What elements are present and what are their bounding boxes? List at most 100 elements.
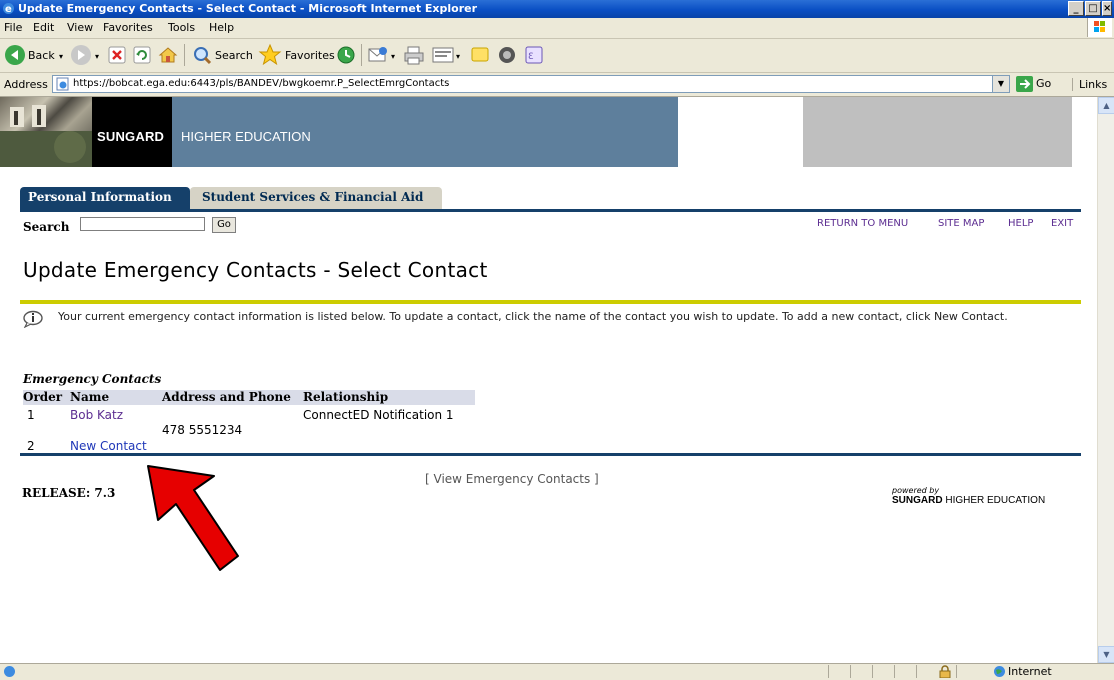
status-segment bbox=[872, 665, 893, 678]
research-icon[interactable]: Ɛ bbox=[524, 45, 544, 65]
row-1-order: 1 bbox=[27, 408, 35, 422]
footer-brand-sungard: SUNGARD bbox=[892, 495, 943, 506]
site-map-link[interactable]: SITE MAP bbox=[938, 218, 984, 229]
page-icon bbox=[56, 77, 69, 91]
home-icon[interactable] bbox=[158, 45, 178, 65]
status-bar: Internet bbox=[0, 663, 1114, 680]
back-button[interactable]: Back bbox=[28, 49, 55, 62]
go-arrow-icon[interactable] bbox=[1016, 76, 1033, 92]
address-bar: Address https://bobcat.ega.edu:6443/pls/… bbox=[0, 73, 1114, 97]
status-segment bbox=[956, 665, 997, 678]
status-segment bbox=[894, 665, 915, 678]
edit-icon[interactable] bbox=[432, 46, 454, 64]
contact-name-link[interactable]: Bob Katz bbox=[70, 408, 123, 422]
row-1-relationship: ConnectED Notification 1 bbox=[303, 408, 454, 422]
svg-text:Ɛ: Ɛ bbox=[528, 52, 534, 62]
address-dropdown-icon[interactable]: ▼ bbox=[992, 76, 1009, 92]
minimize-button[interactable]: _ bbox=[1068, 1, 1084, 16]
favorites-star-icon[interactable] bbox=[258, 43, 282, 67]
menu-favorites[interactable]: Favorites bbox=[103, 21, 153, 34]
toolbar-separator bbox=[361, 44, 362, 66]
column-header-relationship: Relationship bbox=[303, 390, 389, 404]
discuss-icon[interactable] bbox=[470, 45, 490, 65]
footer-brand-logo: SUNGARD HIGHER EDUCATION bbox=[892, 495, 1045, 506]
windows-logo-icon bbox=[1087, 18, 1112, 37]
address-url: https://bobcat.ega.edu:6443/pls/BANDEV/b… bbox=[73, 78, 450, 89]
refresh-icon[interactable] bbox=[133, 46, 151, 64]
help-link[interactable]: HELP bbox=[1008, 218, 1033, 229]
status-segment bbox=[828, 665, 849, 678]
address-label: Address bbox=[4, 78, 48, 91]
maximize-button[interactable]: □ bbox=[1085, 1, 1101, 16]
campus-photo bbox=[0, 97, 92, 167]
page-title: Update Emergency Contacts - Select Conta… bbox=[23, 258, 488, 282]
banner-brand-higher-education: HIGHER EDUCATION bbox=[181, 129, 311, 144]
security-zone-label: Internet bbox=[1008, 665, 1052, 678]
go-button[interactable]: Go bbox=[1036, 77, 1051, 90]
row-2-order: 2 bbox=[27, 439, 35, 453]
tab-personal-information[interactable]: Personal Information bbox=[20, 187, 190, 209]
column-header-address-phone: Address and Phone bbox=[162, 390, 291, 404]
banner-brand-sungard: SUNGARD bbox=[97, 129, 165, 144]
forward-dropdown-icon[interactable]: ▾ bbox=[95, 52, 99, 61]
row-1-phone: 478 5551234 bbox=[162, 423, 243, 437]
back-arrow-icon[interactable] bbox=[4, 44, 26, 66]
info-icon bbox=[23, 310, 43, 328]
exit-link[interactable]: EXIT bbox=[1051, 218, 1073, 229]
menu-edit[interactable]: Edit bbox=[33, 21, 54, 34]
scroll-down-arrow-icon[interactable]: ▼ bbox=[1098, 646, 1114, 663]
red-arrow-annotation bbox=[147, 465, 239, 571]
vertical-scrollbar[interactable]: ▲ ▼ bbox=[1097, 97, 1114, 663]
footer-brand-higher-education: HIGHER EDUCATION bbox=[945, 495, 1046, 506]
search-go-button[interactable]: Go bbox=[212, 217, 236, 233]
toolbar-separator bbox=[184, 44, 185, 66]
column-header-name: Name bbox=[70, 390, 110, 404]
menu-file[interactable]: File bbox=[4, 21, 22, 34]
menu-view[interactable]: View bbox=[67, 21, 93, 34]
stop-icon[interactable] bbox=[108, 46, 126, 64]
column-header-order: Order bbox=[23, 390, 63, 404]
standard-toolbar: Back ▾ ▾ Search Favorites ▾ ▾ Ɛ bbox=[0, 39, 1114, 73]
footer-divider bbox=[20, 453, 1081, 456]
search-input[interactable] bbox=[80, 217, 205, 231]
status-segment bbox=[850, 665, 871, 678]
favorites-button[interactable]: Favorites bbox=[285, 49, 335, 62]
menu-help[interactable]: Help bbox=[209, 21, 234, 34]
back-dropdown-icon[interactable]: ▾ bbox=[59, 52, 63, 61]
messenger-icon[interactable] bbox=[497, 45, 517, 65]
tab-student-services[interactable]: Student Services & Financial Aid bbox=[190, 187, 442, 209]
print-icon[interactable] bbox=[403, 45, 425, 65]
status-segment bbox=[916, 665, 937, 678]
links-button[interactable]: Links bbox=[1072, 78, 1107, 91]
page-status-icon bbox=[4, 666, 15, 677]
return-to-menu-link[interactable]: RETURN TO MENU bbox=[817, 218, 908, 229]
powered-by-label: powered by bbox=[892, 486, 940, 495]
new-contact-link[interactable]: New Contact bbox=[70, 439, 147, 453]
mail-dropdown-icon[interactable]: ▾ bbox=[391, 52, 395, 61]
address-input[interactable]: https://bobcat.ega.edu:6443/pls/BANDEV/b… bbox=[52, 75, 1010, 93]
scroll-up-arrow-icon[interactable]: ▲ bbox=[1098, 97, 1114, 114]
menu-tools[interactable]: Tools bbox=[168, 21, 195, 34]
svg-text:e: e bbox=[5, 4, 12, 15]
forward-arrow-icon[interactable] bbox=[70, 44, 92, 66]
search-icon[interactable] bbox=[192, 45, 212, 65]
edit-dropdown-icon[interactable]: ▾ bbox=[456, 52, 460, 61]
close-button[interactable]: × bbox=[1102, 1, 1112, 16]
table-caption: Emergency Contacts bbox=[23, 372, 162, 386]
search-button[interactable]: Search bbox=[215, 49, 253, 62]
window-title-bar[interactable]: e Update Emergency Contacts - Select Con… bbox=[0, 0, 1114, 18]
title-divider bbox=[20, 300, 1081, 304]
tab-underline bbox=[20, 209, 1081, 212]
info-message: Your current emergency contact informati… bbox=[58, 310, 1008, 323]
menu-bar: File Edit View Favorites Tools Help bbox=[0, 18, 1114, 39]
mail-icon[interactable] bbox=[368, 46, 390, 64]
search-label: Search bbox=[23, 220, 70, 234]
window-title: Update Emergency Contacts - Select Conta… bbox=[18, 2, 478, 15]
history-icon[interactable] bbox=[336, 45, 356, 65]
ie-icon: e bbox=[3, 3, 14, 15]
lock-icon bbox=[939, 665, 951, 678]
internet-globe-icon bbox=[994, 666, 1005, 677]
banner-grey-block bbox=[803, 97, 1072, 167]
release-version: RELEASE: 7.3 bbox=[22, 486, 116, 500]
view-emergency-contacts-link[interactable]: [ View Emergency Contacts ] bbox=[425, 472, 599, 486]
